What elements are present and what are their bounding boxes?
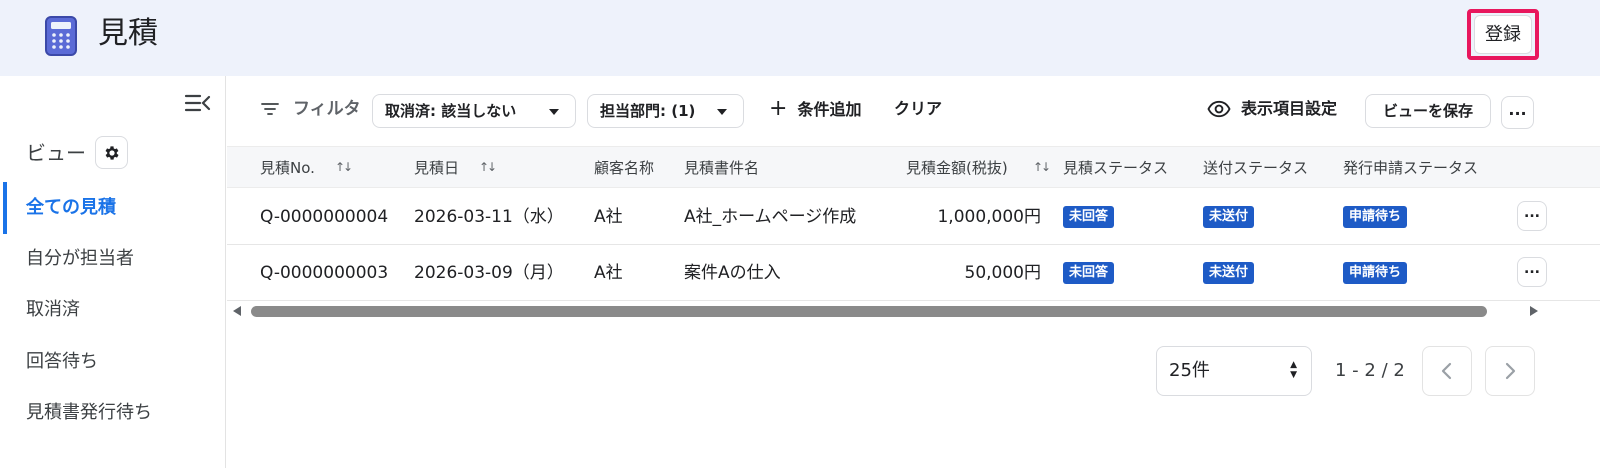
sort-icon[interactable]: ↑↓ — [479, 160, 497, 174]
sidebar-item-cancelled[interactable]: 取消済 — [26, 298, 80, 322]
chevron-right-icon — [1505, 362, 1516, 380]
more-options-button[interactable]: ... — [1501, 96, 1534, 129]
column-header-quote-status[interactable]: 見積ステータス — [1063, 157, 1168, 179]
prev-page-button[interactable] — [1422, 346, 1472, 396]
cell-customer: A社 — [594, 263, 623, 283]
next-page-button[interactable] — [1485, 346, 1535, 396]
sidebar-active-indicator — [3, 182, 7, 234]
cell-quote-no[interactable]: Q-0000000004 — [260, 205, 388, 229]
send-status-badge: 未送付 — [1203, 206, 1255, 228]
add-condition-label: 条件追加 — [797, 100, 862, 119]
cell-amount: 1,000,000円 — [937, 207, 1041, 227]
column-header-subject[interactable]: 見積書件名 — [684, 157, 759, 179]
sidebar-collapse-icon[interactable] — [184, 92, 212, 114]
column-header-quote-date[interactable]: 見積日 — [414, 157, 459, 179]
view-label: ビュー — [26, 141, 86, 165]
cell-quote-date: 2026-03-09（月） — [414, 263, 564, 283]
quote-status-badge: 未回答 — [1063, 262, 1115, 284]
sort-icon[interactable]: ↑↓ — [1033, 160, 1051, 174]
cell-quote-date: 2026-03-11（水） — [414, 207, 564, 227]
column-header-send-status[interactable]: 送付ステータス — [1203, 157, 1308, 179]
sidebar: ビュー 全ての見積 自分が担当者 取消済 回答待ち 見積書発行待ち — [0, 76, 226, 468]
filter-chip-department[interactable]: 担当部門: (1) — [587, 94, 744, 128]
scroll-right-arrow-icon[interactable] — [1530, 306, 1538, 316]
send-status-badge: 未送付 — [1203, 262, 1255, 284]
table-row[interactable]: Q-0000000003 2026-03-09（月） A社 案件Aの仕入 50,… — [227, 245, 1600, 301]
sidebar-item-awaiting-reply[interactable]: 回答待ち — [26, 350, 98, 374]
horizontal-scrollbar[interactable] — [227, 304, 1600, 318]
register-button[interactable]: 登録 — [1474, 15, 1532, 54]
chevron-down-icon — [717, 109, 727, 115]
up-down-arrows-icon: ▲ ▼ — [1290, 360, 1297, 380]
cell-subject: 案件Aの仕入 — [684, 263, 781, 283]
filter-chip-label: 取消済: 該当しない — [385, 102, 517, 120]
sidebar-item-my-assigned[interactable]: 自分が担当者 — [26, 247, 134, 271]
row-more-button[interactable]: ... — [1517, 201, 1547, 231]
clear-button[interactable]: クリア — [894, 98, 942, 120]
issue-status-badge: 申請待ち — [1343, 206, 1408, 228]
filter-label[interactable]: フィルタ — [293, 98, 361, 120]
sidebar-item-all-quotes[interactable]: 全ての見積 — [26, 196, 116, 220]
display-settings-button[interactable]: 表示項目設定 — [1241, 98, 1337, 120]
plus-icon: + — [769, 96, 788, 121]
save-view-button[interactable]: ビューを保存 — [1365, 94, 1491, 128]
issue-status-badge: 申請待ち — [1343, 262, 1408, 284]
filter-chip-cancelled[interactable]: 取消済: 該当しない — [372, 94, 576, 128]
scrollbar-thumb[interactable] — [251, 306, 1487, 317]
quote-status-badge: 未回答 — [1063, 206, 1115, 228]
column-header-quote-no[interactable]: 見積No. — [260, 157, 315, 179]
app-header: 見積 登録 — [0, 0, 1600, 76]
cell-customer: A社 — [594, 207, 623, 227]
filter-chip-label: 担当部門: (1) — [600, 102, 696, 120]
page-range: 1 - 2 / 2 — [1335, 360, 1405, 381]
table-row[interactable]: Q-0000000004 2026-03-11（水） A社 A社_ホームページ作… — [227, 189, 1600, 245]
add-condition-button[interactable]: + 条件追加 — [769, 98, 861, 121]
sidebar-item-awaiting-issue[interactable]: 見積書発行待ち — [26, 401, 152, 425]
row-more-button[interactable]: ... — [1517, 257, 1547, 287]
cell-amount: 50,000円 — [964, 263, 1041, 283]
chevron-left-icon — [1441, 362, 1452, 380]
main-content: フィルタ 取消済: 該当しない 担当部門: (1) + 条件追加 クリア 表示項目… — [227, 76, 1600, 468]
page-title: 見積 — [98, 16, 158, 51]
column-header-customer[interactable]: 顧客名称 — [594, 157, 654, 179]
calculator-icon — [45, 16, 77, 56]
column-header-issue-status[interactable]: 発行申請ステータス — [1343, 157, 1478, 179]
eye-icon — [1207, 100, 1231, 118]
sort-icon[interactable]: ↑↓ — [335, 160, 353, 174]
scroll-left-arrow-icon[interactable] — [233, 306, 241, 316]
filter-icon — [261, 103, 279, 115]
chevron-down-icon — [549, 109, 559, 115]
cell-subject: A社_ホームページ作成 — [684, 207, 857, 227]
gear-icon — [105, 145, 119, 160]
cell-quote-no[interactable]: Q-0000000003 — [260, 261, 388, 285]
column-header-amount[interactable]: 見積金額(税抜) — [906, 157, 1008, 179]
page-size-select[interactable]: 25件 ▲ ▼ — [1156, 346, 1312, 396]
page-size-value: 25件 — [1169, 360, 1210, 381]
view-settings-button[interactable] — [95, 136, 128, 169]
table-header: 見積No. ↑↓ 見積日 ↑↓ 顧客名称 見積書件名 見積金額(税抜) ↑↓ 見… — [227, 146, 1600, 188]
